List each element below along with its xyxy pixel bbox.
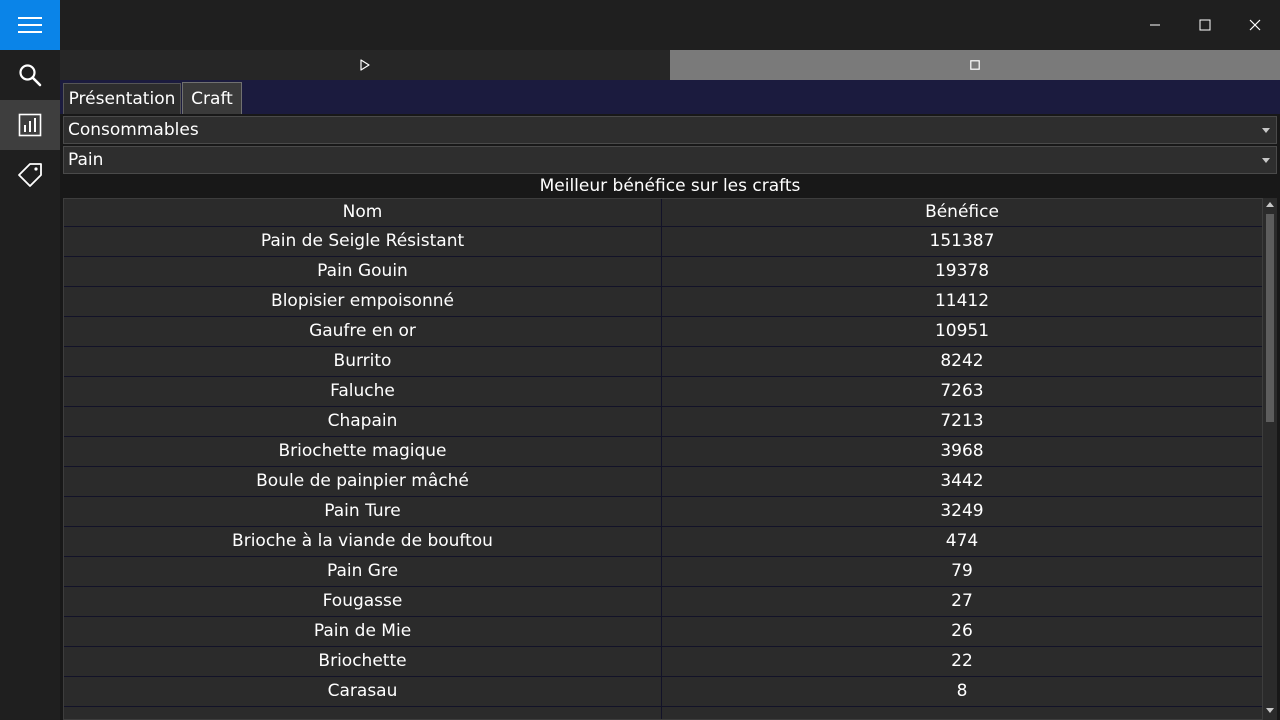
maximize-button[interactable] — [1180, 0, 1230, 50]
cell-nom: Briochette — [64, 647, 662, 676]
cell-benefice: 8 — [956, 681, 968, 701]
hamburger-menu-button[interactable] — [0, 0, 60, 50]
close-icon — [1249, 19, 1261, 31]
table-row[interactable]: Pain Gouin 19378 — [64, 257, 1262, 287]
stop-button[interactable] — [670, 50, 1280, 80]
cell-nom: Boule de painpier mâché — [64, 467, 662, 496]
cell-benefice: 474 — [945, 531, 979, 551]
table-row[interactable]: Blopisier empoisonné 11412 — [64, 287, 1262, 317]
cell-benefice: 27 — [951, 591, 973, 611]
tag-icon — [18, 163, 42, 187]
cell-nom: Pain de Seigle Résistant — [64, 227, 662, 256]
cell-benefice: 3249 — [940, 501, 984, 521]
table-row[interactable]: Chapain 7213 — [64, 407, 1262, 437]
tab-presentation[interactable]: Présentation — [63, 83, 181, 114]
table-row-partial — [64, 707, 1262, 719]
cell-nom: Brioche à la viande de bouftou — [64, 527, 662, 556]
cell-benefice — [662, 707, 1262, 719]
table-row[interactable]: Burrito 8242 — [64, 347, 1262, 377]
table-scrollbar[interactable] — [1263, 198, 1277, 720]
scroll-down-icon[interactable] — [1266, 708, 1274, 713]
tag-nav-button[interactable] — [0, 150, 60, 200]
cell-nom: Carasau — [64, 677, 662, 706]
category-dropdown-value: Consommables — [68, 120, 199, 140]
column-header-nom[interactable]: Nom — [64, 199, 662, 226]
cell-benefice: 10951 — [934, 321, 990, 341]
cell-benefice: 7263 — [940, 381, 984, 401]
table-row[interactable]: Briochette 22 — [64, 647, 1262, 677]
chevron-down-icon — [1262, 158, 1270, 163]
tab-strip: Présentation Craft — [60, 80, 1280, 114]
cell-nom: Pain Gre — [64, 557, 662, 586]
craft-panel: Consommables Pain Meilleur bénéfice sur … — [60, 114, 1280, 720]
subcategory-dropdown-value: Pain — [68, 150, 104, 170]
cell-benefice: 26 — [951, 621, 973, 641]
bar-chart-icon — [18, 113, 42, 137]
cell-nom: Briochette magique — [64, 437, 662, 466]
play-button[interactable] — [60, 50, 670, 80]
search-nav-button[interactable] — [0, 50, 60, 100]
table-row[interactable]: Pain Gre 79 — [64, 557, 1262, 587]
table-row[interactable]: Pain de Mie 26 — [64, 617, 1262, 647]
close-button[interactable] — [1230, 0, 1280, 50]
scroll-up-icon[interactable] — [1266, 202, 1274, 207]
table-row[interactable]: Pain Ture 3249 — [64, 497, 1262, 527]
table-caption: Meilleur bénéfice sur les crafts — [539, 176, 801, 196]
cell-benefice: 7213 — [940, 411, 984, 431]
minimize-button[interactable] — [1130, 0, 1180, 50]
cell-nom: Fougasse — [64, 587, 662, 616]
cell-benefice: 79 — [951, 561, 973, 581]
cell-nom: Chapain — [64, 407, 662, 436]
table-row[interactable]: Boule de painpier mâché 3442 — [64, 467, 1262, 497]
table-row[interactable]: Pain de Seigle Résistant 151387 — [64, 227, 1262, 257]
media-bar — [60, 50, 1280, 80]
cell-nom: Gaufre en or — [64, 317, 662, 346]
table-row[interactable]: Fougasse 27 — [64, 587, 1262, 617]
cell-benefice: 8242 — [940, 351, 984, 371]
column-header-benefice[interactable]: Bénéfice — [662, 199, 1262, 226]
cell-nom: Pain de Mie — [64, 617, 662, 646]
table-row[interactable]: Brioche à la viande de bouftou 474 — [64, 527, 1262, 557]
table-row[interactable]: Faluche 7263 — [64, 377, 1262, 407]
table-row[interactable]: Carasau 8 — [64, 677, 1262, 707]
table-row[interactable]: Gaufre en or 10951 — [64, 317, 1262, 347]
cell-nom — [64, 707, 662, 719]
table-row[interactable]: Briochette magique 3968 — [64, 437, 1262, 467]
table-header-row: Nom Bénéfice — [64, 199, 1262, 227]
statistics-nav-button[interactable] — [0, 100, 60, 150]
cell-nom: Pain Gouin — [64, 257, 662, 286]
cell-nom: Burrito — [64, 347, 662, 376]
subcategory-dropdown[interactable]: Pain — [63, 146, 1277, 174]
tab-craft[interactable]: Craft — [182, 82, 242, 114]
nav-rail — [0, 0, 60, 720]
maximize-icon — [1199, 19, 1211, 31]
category-dropdown[interactable]: Consommables — [63, 116, 1277, 144]
cell-nom: Faluche — [64, 377, 662, 406]
cell-nom: Pain Ture — [64, 497, 662, 526]
cell-benefice: 3968 — [940, 441, 984, 461]
cell-benefice: 22 — [951, 651, 973, 671]
hamburger-menu-icon — [18, 17, 42, 33]
cell-benefice: 151387 — [929, 231, 995, 251]
search-icon — [19, 64, 42, 87]
cell-benefice: 11412 — [934, 291, 990, 311]
title-bar — [60, 0, 1280, 50]
scrollbar-thumb[interactable] — [1266, 214, 1274, 422]
chevron-down-icon — [1262, 128, 1270, 133]
profit-table: Nom Bénéfice Pain de Seigle Résistant 151… — [63, 198, 1263, 720]
play-icon — [360, 59, 370, 71]
cell-nom: Blopisier empoisonné — [64, 287, 662, 316]
cell-benefice: 19378 — [934, 261, 990, 281]
stop-icon — [970, 60, 980, 70]
cell-benefice: 3442 — [940, 471, 984, 491]
minimize-icon — [1150, 24, 1160, 26]
